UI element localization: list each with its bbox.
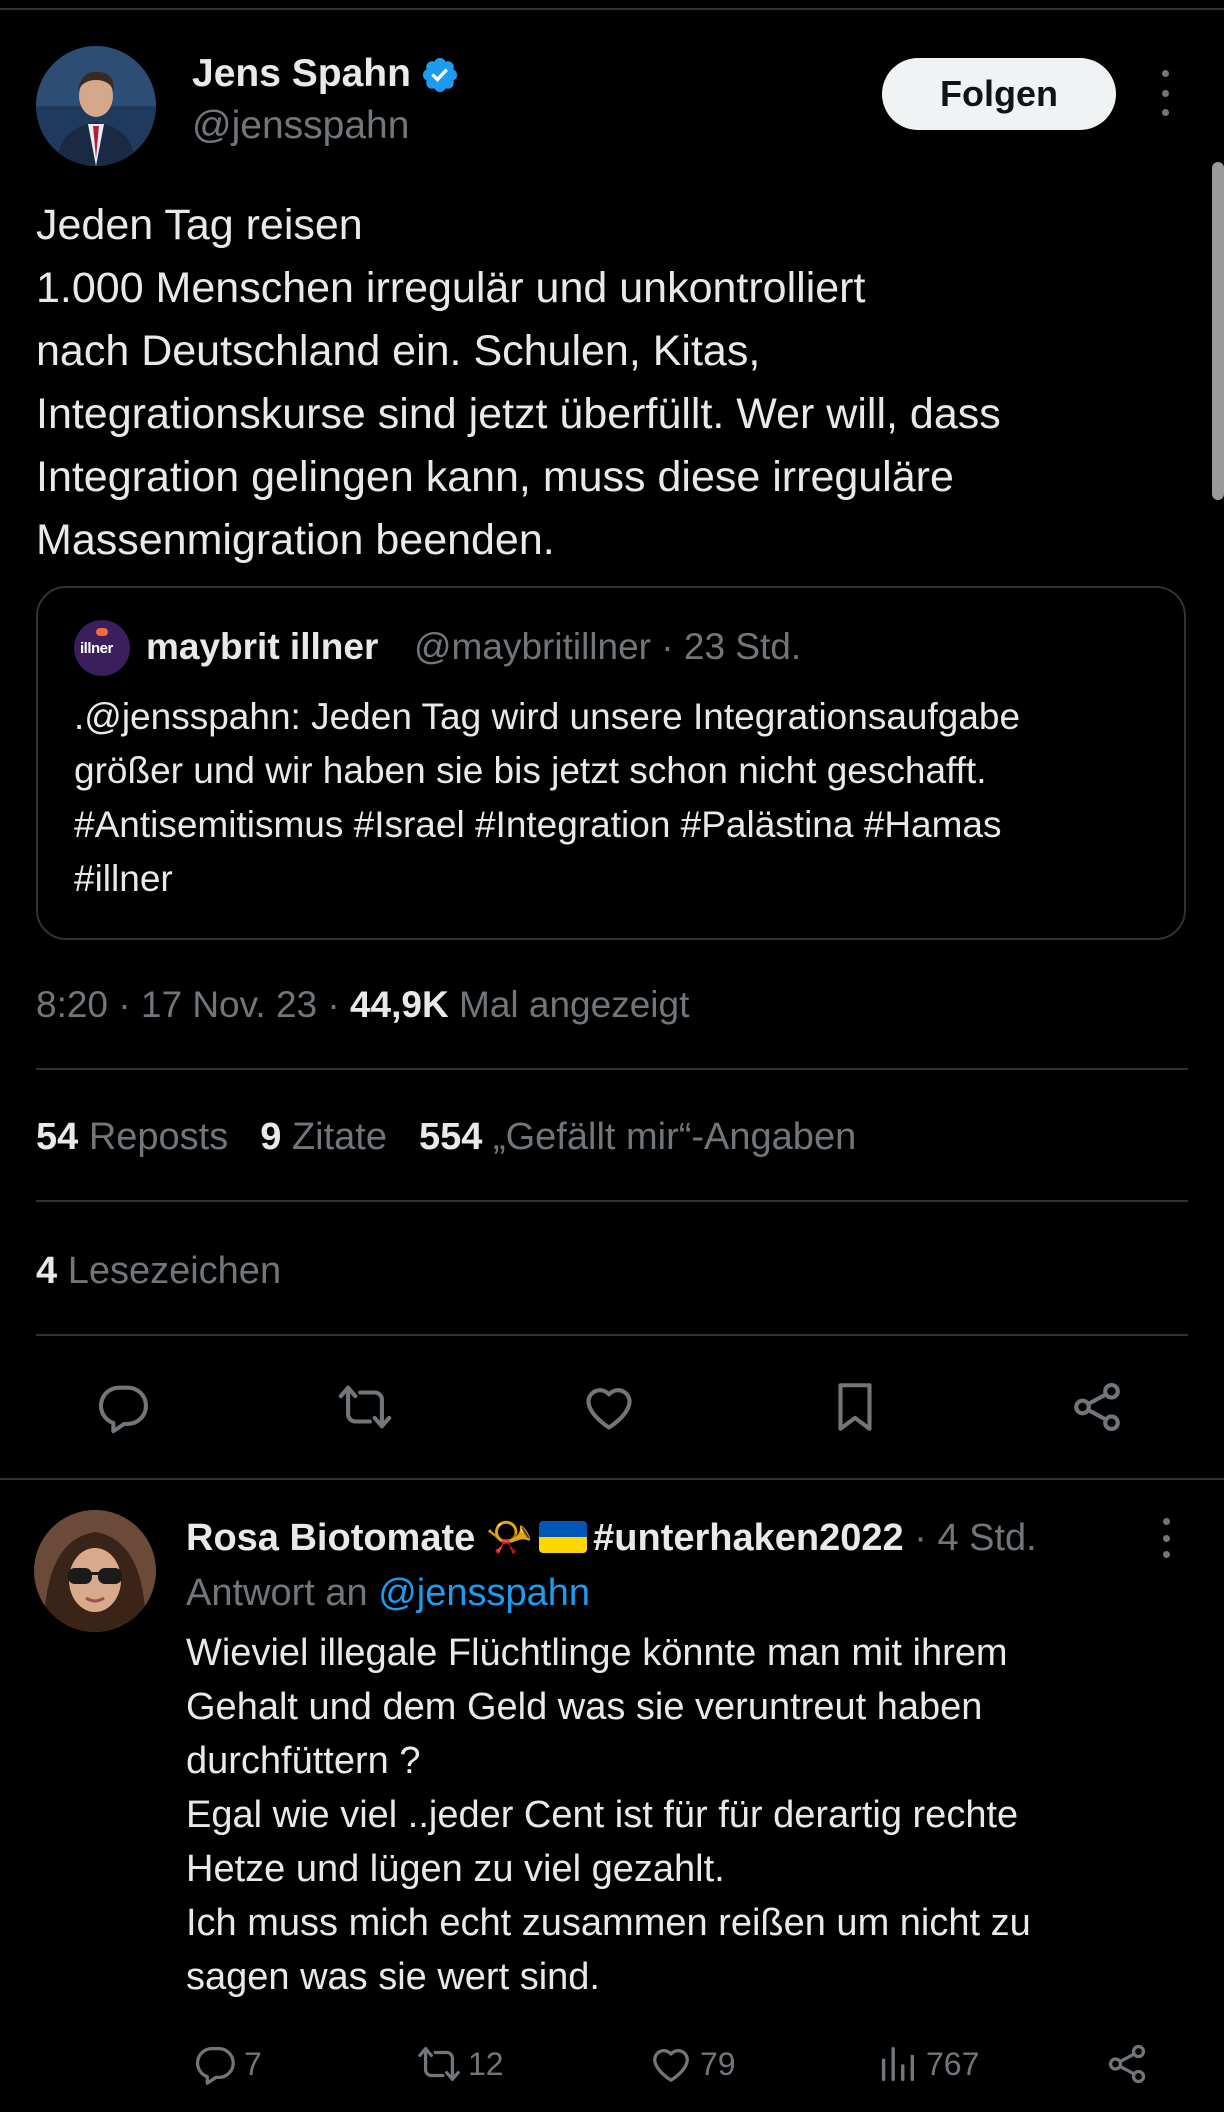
reply-author-name[interactable]: Rosa Biotomate	[186, 1517, 475, 1559]
posthorn-emoji: 📯	[485, 1517, 534, 1559]
reply-author-avatar[interactable]	[34, 1510, 156, 1632]
reply-like-button[interactable]: 79	[648, 2040, 736, 2088]
reposts-stat[interactable]: 54 Reposts	[36, 1116, 228, 1158]
share-icon[interactable]	[1068, 1378, 1126, 1436]
likes-stat[interactable]: 554 „Gefällt mir“-Angaben	[419, 1116, 856, 1158]
repost-count: 12	[468, 2045, 504, 2082]
quoted-author-avatar[interactable]: illner	[74, 620, 130, 676]
reply-text-line: sagen was sie wert sind.	[186, 1956, 600, 1998]
divider	[36, 1334, 1188, 1336]
reply-count: 7	[244, 2045, 262, 2082]
quoted-text-line: größer und wir haben sie bis jetzt schon…	[74, 750, 987, 791]
reply-time: · 4 Std.	[903, 1517, 1037, 1559]
follow-button[interactable]: Folgen	[882, 58, 1116, 130]
like-icon	[653, 2049, 689, 2082]
top-divider	[0, 8, 1224, 10]
reply-text-line: Gehalt und dem Geld was sie veruntreut h…	[186, 1686, 983, 1728]
author-name[interactable]: Jens Spahn	[192, 52, 411, 96]
like-count: 79	[700, 2045, 736, 2082]
reply-to-line: Antwort an @jensspahn	[186, 1572, 590, 1615]
reply-icon	[195, 2047, 235, 2085]
quoted-avatar-text: illner	[80, 640, 113, 657]
quoted-text-line: .@jensspahn: Jeden Tag wird unsere Integ…	[74, 696, 1021, 737]
quoted-tweet-text: .@jensspahn: Jeden Tag wird unsere Integ…	[74, 690, 1164, 906]
quoted-text-line: #Antisemitismus #Israel #Integration #Pa…	[74, 804, 1002, 845]
tweet-text-line: Massenmigration beenden.	[36, 516, 555, 564]
view-count: 767	[926, 2045, 980, 2082]
quoted-text-line: #illner	[74, 858, 173, 899]
bookmark-icon[interactable]	[826, 1378, 884, 1436]
more-options-icon[interactable]	[1150, 70, 1180, 116]
tweet-text: Jeden Tag reisen 1.000 Menschen irregulä…	[36, 194, 1186, 572]
quoted-handle-time: @maybritillner · 23 Std.	[414, 626, 802, 667]
reply-text-line: Egal wie viel ..jeder Cent ist für für d…	[186, 1794, 1019, 1836]
quotes-stat[interactable]: 9 Zitate	[260, 1116, 387, 1158]
reply-text-line: durchfüttern ?	[186, 1740, 421, 1782]
share-icon	[1108, 2044, 1146, 2084]
quoted-author-name[interactable]: maybrit illner	[146, 626, 378, 668]
views-count: 44,9K	[349, 984, 449, 1025]
views-label: Mal angezeigt	[448, 984, 690, 1025]
tweet-meta: 8:20 · 17 Nov. 23 · 44,9K Mal angezeigt	[36, 984, 689, 1026]
reply-text-line: Hetze und lügen zu viel gezahlt.	[186, 1848, 725, 1890]
reply-author-line: Rosa Biotomate 📯 #unterhaken2022 · 4 Std.	[186, 1516, 1037, 1560]
reply-more-options-icon[interactable]	[1154, 1518, 1178, 1558]
reply-text: Wieviel illegale Flüchtlinge könnte man …	[186, 1626, 1196, 2004]
tweet-text-line: Jeden Tag reisen	[36, 201, 363, 249]
reply-icon[interactable]	[94, 1378, 152, 1436]
engagement-stats: 54 Reposts 9 Zitate 554 „Gefällt mir“-Anga…	[36, 1116, 856, 1159]
reply-author-hashtag[interactable]: #unterhaken2022	[593, 1517, 904, 1559]
author-avatar[interactable]	[36, 46, 156, 166]
repost-icon[interactable]	[336, 1378, 394, 1436]
reply-share-button[interactable]	[1104, 2040, 1156, 2088]
reply-views-button[interactable]: 767	[874, 2040, 979, 2088]
repost-icon	[418, 2047, 460, 2081]
divider	[36, 1068, 1188, 1070]
reply-to-handle-link[interactable]: @jensspahn	[378, 1572, 590, 1614]
tweet-text-line: Integrationskurse sind jetzt überfüllt. …	[36, 390, 1001, 438]
reply-repost-button[interactable]: 12	[416, 2040, 504, 2088]
quoted-tweet-card[interactable]: illner maybrit illner @maybritillner · 2…	[36, 586, 1186, 940]
ukraine-flag-icon	[539, 1521, 588, 1553]
divider	[36, 1200, 1188, 1202]
reply-text-line: Ich muss mich echt zusammen reißen um ni…	[186, 1902, 1031, 1944]
tweet-text-line: Integration gelingen kann, muss diese ir…	[36, 453, 954, 501]
views-icon	[881, 2046, 915, 2082]
reply-reply-button[interactable]: 7	[192, 2040, 262, 2088]
scrollbar[interactable]	[1212, 162, 1224, 500]
tweet-text-line: 1.000 Menschen irregulär und unkontrolli…	[36, 264, 866, 312]
like-icon[interactable]	[580, 1378, 638, 1436]
tweet-text-line: nach Deutschland ein. Schulen, Kitas,	[36, 327, 761, 375]
bookmarks-stat[interactable]: 4 Lesezeichen	[36, 1250, 281, 1293]
verified-badge-icon	[420, 55, 460, 95]
divider	[0, 1478, 1224, 1480]
reply-text-line: Wieviel illegale Flüchtlinge könnte man …	[186, 1632, 1008, 1674]
tweet-timestamp[interactable]: 8:20 · 17 Nov. 23 ·	[36, 984, 350, 1025]
author-handle[interactable]: @jensspahn	[192, 104, 409, 148]
reply-to-label: Antwort an	[186, 1572, 379, 1614]
